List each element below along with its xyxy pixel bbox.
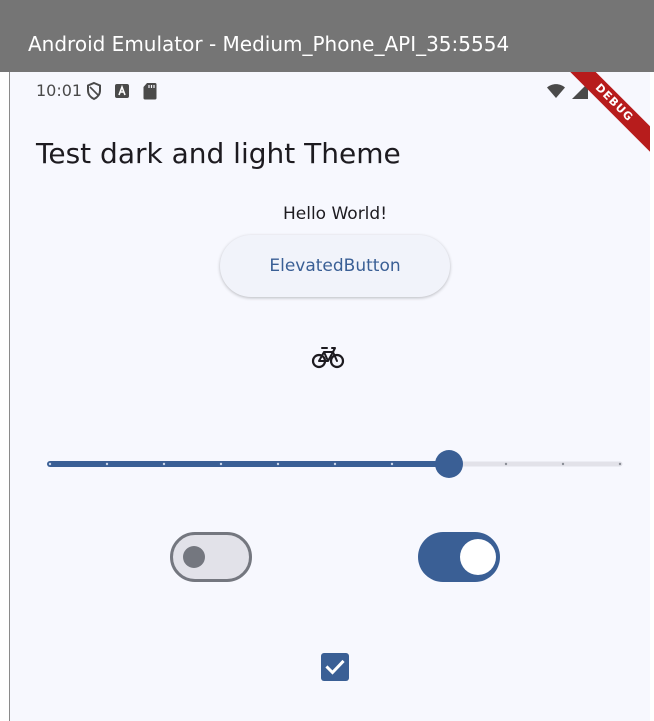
slider-tick-mark <box>48 462 52 466</box>
wifi-icon <box>547 84 565 98</box>
switch-off-thumb <box>183 546 205 568</box>
slider-tick-mark <box>390 462 394 466</box>
slider-tick-mark <box>561 462 565 466</box>
slider-tick-mark <box>162 462 166 466</box>
switch-on[interactable] <box>418 532 500 582</box>
status-time: 10:01 <box>36 81 83 100</box>
value-slider[interactable] <box>46 446 624 482</box>
sd-card-icon <box>143 83 157 100</box>
elevated-button[interactable]: ElevatedButton <box>220 235 450 297</box>
slider-tick-mark <box>618 462 622 466</box>
checkbox-checked[interactable] <box>321 653 349 681</box>
bike-icon <box>311 347 345 369</box>
slider-tick-mark <box>333 462 337 466</box>
a-box-icon <box>115 84 129 98</box>
slider-tick-mark <box>504 462 508 466</box>
slider-thumb <box>435 450 463 478</box>
switch-on-thumb <box>460 539 496 575</box>
slider-tick-mark <box>105 462 109 466</box>
device-screen: 10:01 DEBUG Test dark and light Theme He… <box>10 72 650 721</box>
slider-tick-mark <box>276 462 280 466</box>
check-icon <box>325 659 345 675</box>
slider-tick-mark <box>219 462 223 466</box>
emulator-titlebar: Android Emulator - Medium_Phone_API_35:5… <box>0 0 654 72</box>
shield-icon <box>87 81 101 101</box>
status-bar: 10:01 DEBUG <box>10 72 650 159</box>
app-bar-title: Test dark and light Theme <box>36 137 401 170</box>
window-title: Android Emulator - Medium_Phone_API_35:5… <box>28 32 510 56</box>
switch-off[interactable] <box>170 532 252 582</box>
hello-text: Hello World! <box>282 204 388 224</box>
